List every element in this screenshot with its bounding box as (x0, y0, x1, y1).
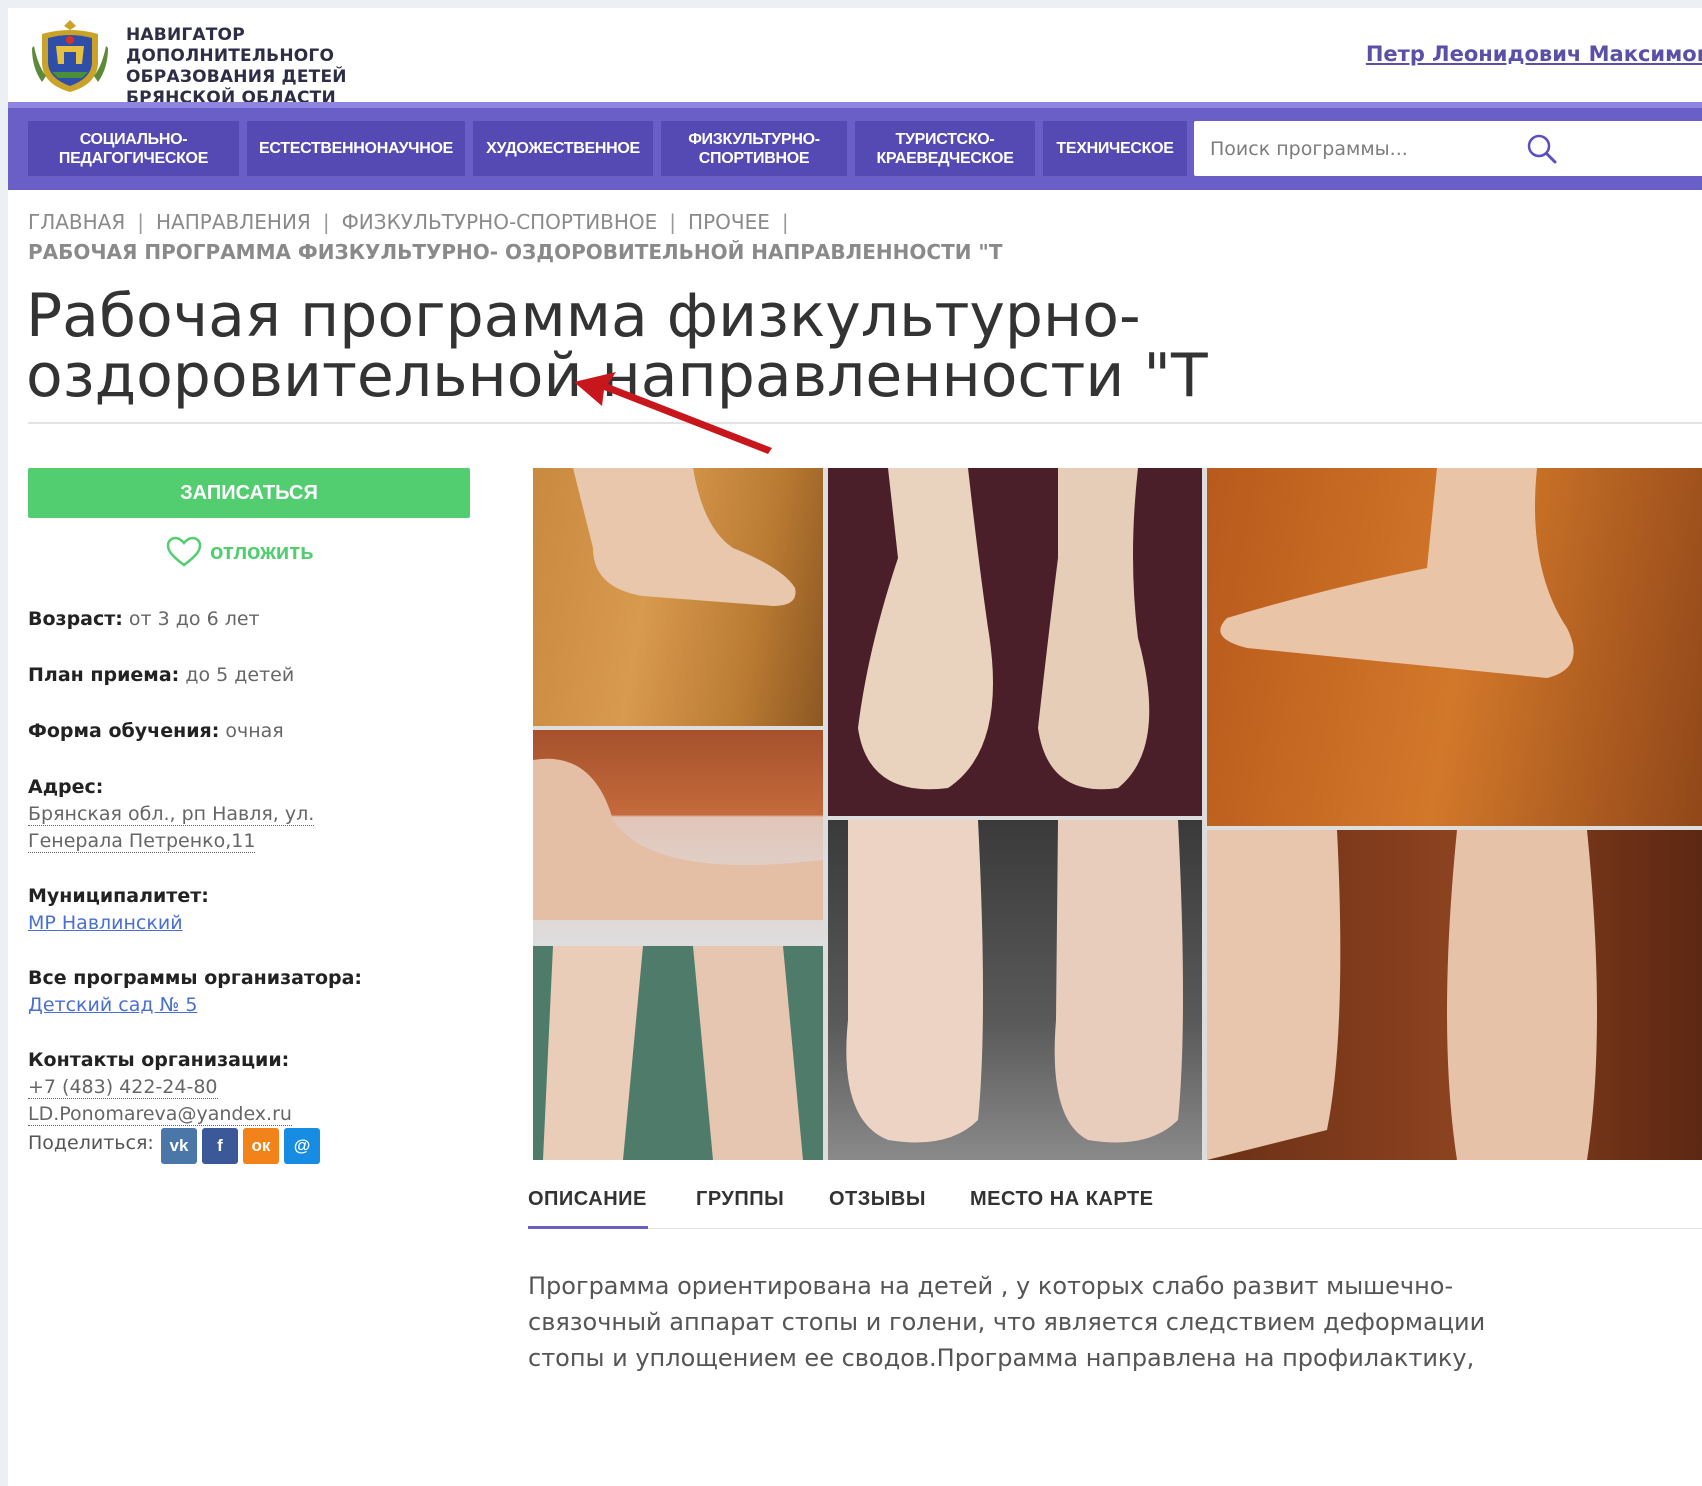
breadcrumb-sports[interactable]: Физкультурно-спортивное (342, 210, 658, 234)
vk-share-button[interactable]: vk (161, 1128, 197, 1164)
facebook-icon: f (217, 1136, 223, 1155)
foot-illustration (533, 758, 823, 920)
search-input[interactable] (1210, 121, 1530, 176)
contacts-label: Контакты организации: (28, 1049, 290, 1071)
facebook-share-button[interactable]: f (202, 1128, 238, 1164)
municipality-link[interactable]: МР Навлинский (28, 912, 183, 934)
contacts-field: Контакты организации: +7 (483) 422-24-80… (28, 1047, 468, 1128)
legs-illustration (543, 946, 803, 1160)
tab-groups[interactable]: Группы (696, 1188, 784, 1211)
breadcrumb: Главная | Направления | Физкультурно-спортив… (28, 210, 801, 234)
age-field: Возраст: от 3 до 6 лет (28, 606, 468, 633)
municipality-field: Муниципалитет: МР Навлинский (28, 883, 468, 937)
foot-illustration (573, 468, 796, 606)
page: Навигатор дополнительного образования де… (8, 8, 1702, 1486)
breadcrumb-separator: | (137, 210, 145, 234)
moimir-icon: @ (293, 1136, 311, 1155)
vk-icon: vk (169, 1136, 189, 1155)
breadcrumb-home[interactable]: Главная (28, 210, 125, 234)
org-programs-field: Все программы организатора: Детский сад … (28, 965, 468, 1019)
postpone-button[interactable]: отложить (166, 532, 314, 572)
address-label: Адрес: (28, 776, 104, 798)
nav-item-social-pedagogical[interactable]: Социально-педагогическое (28, 121, 239, 176)
site-header: Навигатор дополнительного образования де… (8, 8, 1702, 108)
moimir-share-button[interactable]: @ (284, 1128, 320, 1164)
postpone-label: отложить (210, 539, 314, 564)
plan-field: План приема: до 5 детей (28, 662, 468, 689)
direction-nav: Социально-педагогическое Естественнонауч… (8, 102, 1702, 190)
nav-item-natural-science[interactable]: Естественнонаучное (247, 121, 465, 176)
breadcrumb-separator: | (669, 210, 677, 234)
gallery-photo-heels-back[interactable] (828, 820, 1202, 1160)
active-tab-indicator (528, 1226, 648, 1229)
legs-illustration (1207, 830, 1597, 1160)
organizer-link[interactable]: Детский сад № 5 (28, 994, 197, 1016)
age-label: Возраст: (28, 608, 123, 630)
breadcrumb-separator: | (781, 210, 789, 234)
search-icon[interactable] (1526, 133, 1558, 165)
nav-item-technical[interactable]: Техническое (1043, 121, 1187, 176)
odnoklassniki-share-button[interactable]: ок (243, 1128, 279, 1164)
gallery-photo-flat-foot[interactable] (1207, 468, 1702, 826)
breadcrumb-separator: | (322, 210, 330, 234)
breadcrumb-directions[interactable]: Направления (156, 210, 311, 234)
address-field: Адрес: Брянская обл., рп Навля, ул. Гене… (28, 774, 408, 855)
nav-item-artistic[interactable]: Художественное (473, 121, 653, 176)
nav-item-sports[interactable]: Физкультурно-спортивное (661, 121, 847, 176)
age-value: от 3 до 6 лет (128, 608, 260, 630)
odnoklassniki-icon: ок (251, 1136, 271, 1155)
program-image-gallery[interactable] (533, 468, 1702, 1160)
program-description: Программа ориентирована на детей , у кот… (528, 1272, 1486, 1372)
tab-description[interactable]: Описание (528, 1188, 647, 1211)
title-divider (28, 422, 1702, 424)
enroll-button[interactable]: Записаться (28, 468, 470, 518)
page-title: Рабочая программа физкультурно- оздорови… (26, 281, 1208, 411)
user-profile-link[interactable]: Петр Леонидович Максимов (1366, 42, 1702, 66)
gallery-photo-legs-back-2[interactable] (1207, 830, 1702, 1160)
red-arrow-annotation (574, 372, 772, 454)
form-value: очная (225, 720, 284, 742)
org-programs-label: Все программы организатора: (28, 967, 363, 989)
phone-value[interactable]: +7 (483) 422-24-80 (28, 1076, 218, 1099)
address-value[interactable]: Брянская обл., рп Навля, ул. Генерала Пе… (28, 803, 315, 853)
tabs-divider (528, 1228, 1702, 1229)
form-label: Форма обучения: (28, 720, 220, 742)
tab-reviews[interactable]: Отзывы (829, 1188, 926, 1211)
gallery-photo-feet-front[interactable] (828, 468, 1202, 816)
heels-illustration (846, 820, 1183, 1143)
breadcrumb-other[interactable]: Прочее (688, 210, 770, 234)
breadcrumb-current: Рабочая программа физкультурно- оздорови… (28, 240, 1003, 264)
email-value[interactable]: LD.Ponomareva@yandex.ru (28, 1103, 292, 1126)
search-box (1194, 121, 1702, 176)
municipality-label: Муниципалитет: (28, 885, 209, 907)
coat-of-arms-logo[interactable] (30, 16, 110, 96)
heart-icon (166, 536, 202, 567)
form-field: Форма обучения: очная (28, 718, 468, 745)
plan-label: План приема: (28, 664, 180, 686)
share-label: Поделиться: (28, 1132, 154, 1154)
tab-map-location[interactable]: Место на карте (970, 1188, 1154, 1211)
nav-item-tourism[interactable]: Туристско-краеведческое (855, 121, 1035, 176)
gallery-photo-foot-side-2[interactable] (533, 730, 823, 942)
plan-value: до 5 детей (185, 664, 295, 686)
feet-illustration (858, 468, 1150, 790)
site-name[interactable]: Навигатор дополнительного образования де… (126, 25, 446, 109)
gallery-photo-legs-back-1[interactable] (533, 946, 823, 1160)
gallery-photo-foot-side-1[interactable] (533, 468, 823, 726)
foot-illustration (1220, 468, 1574, 678)
